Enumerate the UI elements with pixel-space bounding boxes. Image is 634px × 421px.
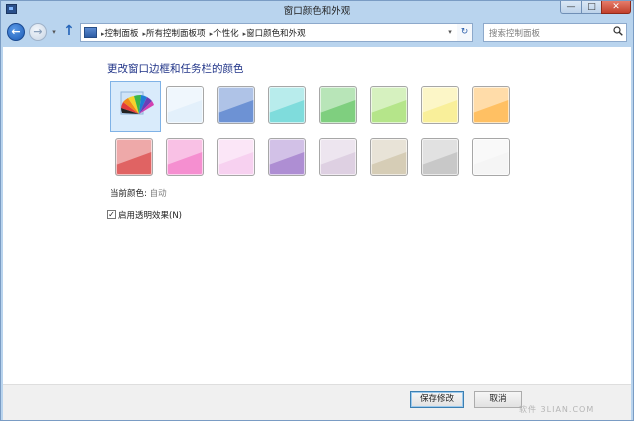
breadcrumb-item-control-panel[interactable]: 控制面板 [105,29,139,39]
page-heading: 更改窗口边框和任务栏的颜色 [107,63,244,75]
forward-button[interactable]: → [29,23,47,41]
swatch-blush[interactable] [217,138,255,176]
swatch-ruby[interactable] [115,138,153,176]
breadcrumb: ▸控制面板 ▸所有控制面板项 ▸个性化 ▸窗口颜色和外观 [101,27,306,39]
current-color-label: 当前颜色: [110,189,147,199]
search-placeholder: 搜索控制面板 [489,29,541,39]
color-palette-icon [120,91,154,115]
search-icon[interactable] [613,26,623,36]
close-button[interactable]: ✕ [601,1,631,14]
search-input[interactable]: 搜索控制面板 [483,23,627,42]
content-area [3,47,631,384]
swatch-frost[interactable] [472,138,510,176]
minimize-button[interactable]: — [560,1,582,14]
recent-pages-dropdown[interactable]: ▾ [50,28,58,36]
save-button[interactable]: 保存修改 [410,391,464,408]
swatch-pumpkin[interactable] [472,86,510,124]
swatch-leaf[interactable] [319,86,357,124]
refresh-button[interactable]: ↻ [457,23,473,42]
swatch-chocolate[interactable] [421,138,459,176]
swatch-sky[interactable] [166,86,204,124]
cancel-button[interactable]: 取消 [474,391,522,408]
back-button[interactable]: ← [7,23,25,41]
breadcrumb-item-all-items[interactable]: 所有控制面板项 [146,29,206,39]
swatch-lime[interactable] [370,86,408,124]
transparency-checkbox[interactable]: ✓ [107,210,116,219]
window: 窗口颜色和外观 — □ ✕ ← → ▾ ↑ ▸控制面板 ▸所有控制面板项 ▸个性化 ▸… [0,0,634,421]
breadcrumb-item-window-color[interactable]: 窗口颜色和外观 [246,29,306,39]
swatch-fuchsia[interactable] [166,138,204,176]
transparency-label[interactable]: 启用透明效果(N) [118,209,182,221]
address-dropdown-icon[interactable]: ▾ [444,23,456,42]
maximize-button[interactable]: □ [581,1,602,14]
swatch-automatic[interactable] [110,81,161,132]
swatch-lavender[interactable] [319,138,357,176]
address-bar[interactable]: ▸控制面板 ▸所有控制面板项 ▸个性化 ▸窗口颜色和外观 [80,23,473,42]
navigation-bar: ← → ▾ ↑ ▸控制面板 ▸所有控制面板项 ▸个性化 ▸窗口颜色和外观 ▾ ↻ 搜索… [1,19,633,46]
swatch-lemon[interactable] [421,86,459,124]
swatch-taupe[interactable] [370,138,408,176]
title-bar: 窗口颜色和外观 — □ ✕ [1,1,633,18]
swatch-sea-foam[interactable] [268,86,306,124]
breadcrumb-item-personalization[interactable]: 个性化 [213,29,239,39]
current-color: 当前颜色: 自动 [110,187,167,199]
up-button[interactable]: ↑ [62,24,76,40]
current-color-value: 自动 [149,189,167,199]
swatch-twilight[interactable] [217,86,255,124]
watermark: 软件 3LIAN.COM [519,405,595,414]
swatch-violet[interactable] [268,138,306,176]
window-title: 窗口颜色和外观 [283,6,351,17]
control-panel-icon [84,27,97,38]
